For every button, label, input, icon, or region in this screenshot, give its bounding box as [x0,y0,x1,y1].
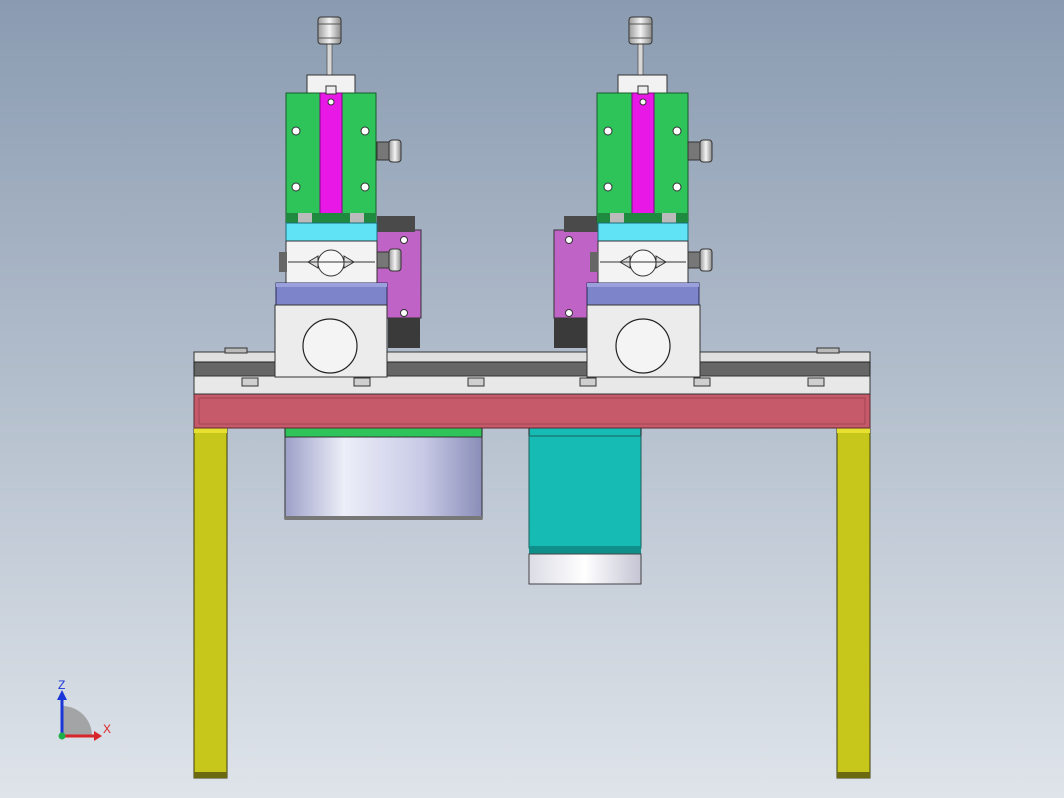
right-leg[interactable] [836,427,871,779]
left-cyan-block[interactable] [285,222,378,242]
right-micrometer-shaft [637,41,644,77]
right-cyan-block[interactable] [597,222,689,242]
left-leg[interactable] [193,427,228,779]
cad-model-scene[interactable] [0,0,1064,798]
red-plate[interactable] [193,393,871,429]
right-slide-strip [631,92,655,224]
y-axis-dot-icon [58,732,66,740]
triad-z-label: Z [58,678,66,692]
cyan-servo-motor[interactable] [528,427,642,585]
drum-motor[interactable] [284,427,483,520]
servo-motor-cap[interactable] [528,553,642,585]
cad-viewport[interactable]: Z X [0,0,1064,798]
right-micrometer-knob[interactable] [628,16,653,45]
triad-x-label: X [103,722,112,736]
left-micrometer-shaft [326,41,333,77]
left-micrometer-knob[interactable] [317,16,342,45]
left-slide-strip [319,92,343,224]
